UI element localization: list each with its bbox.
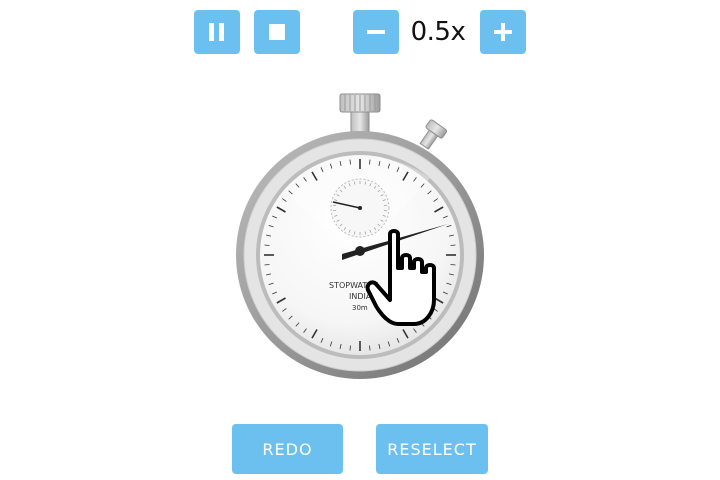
speed-decrease-button[interactable] <box>353 10 399 54</box>
redo-button[interactable]: REDO <box>232 424 343 474</box>
stopwatch[interactable]: STOPWATCH INDIA 30m <box>230 88 490 388</box>
plus-icon <box>494 23 512 41</box>
speed-increase-button[interactable] <box>480 10 526 54</box>
dial-tick <box>450 244 456 246</box>
dial-tick <box>349 159 351 165</box>
reselect-button[interactable]: RESELECT <box>376 424 488 474</box>
pause-button[interactable] <box>194 10 240 54</box>
pause-icon <box>209 23 224 41</box>
dial-tick <box>264 244 270 246</box>
stopwatch-capacity-text: 30m <box>352 304 368 312</box>
dial-tick <box>349 345 351 351</box>
playback-speed-label: 0.5x <box>410 17 466 47</box>
stop-button[interactable] <box>254 10 300 54</box>
stop-icon <box>269 24 285 40</box>
stopwatch-subdial <box>330 178 390 238</box>
dial-tick <box>369 345 371 351</box>
dial-tick <box>369 159 371 165</box>
dial-tick <box>264 264 270 266</box>
stopwatch-crown <box>339 93 381 135</box>
minus-icon <box>367 30 385 34</box>
dial-tick <box>450 264 456 266</box>
